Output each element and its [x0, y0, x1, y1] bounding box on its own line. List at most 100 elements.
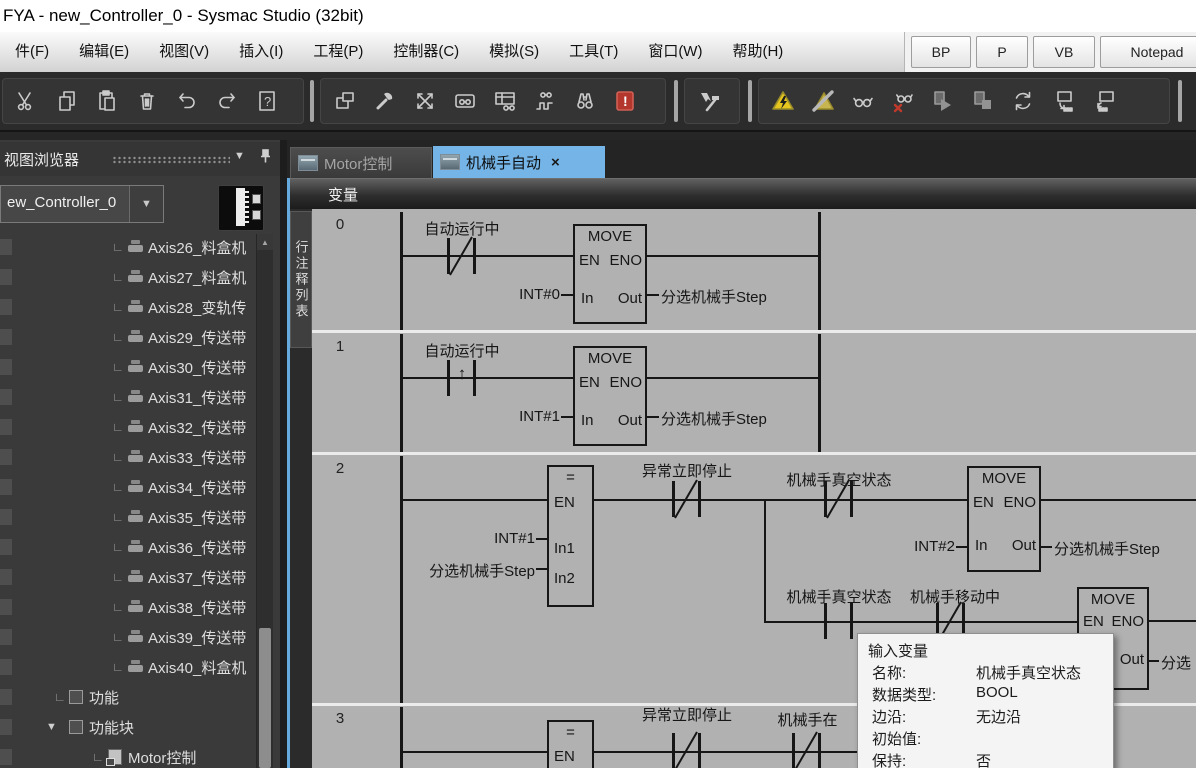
nc-slash — [449, 236, 473, 275]
tree-item-axis33[interactable]: ∟Axis33_传送带 — [0, 442, 256, 472]
monitor-stop-icon[interactable] — [883, 83, 923, 119]
menu-tools[interactable]: 工具(T) — [554, 32, 633, 72]
nc-contact[interactable] — [792, 729, 821, 768]
cut-icon[interactable] — [7, 83, 47, 119]
menu-simulation[interactable]: 模拟(S) — [474, 32, 554, 72]
expand-icon[interactable]: ▼ — [46, 721, 57, 733]
tree-item-axis40[interactable]: ∟Axis40_料盒机 — [0, 652, 256, 682]
tooltip-row-label: 数据类型: — [872, 684, 936, 705]
output-operand[interactable]: 分选机械手Step — [661, 408, 767, 429]
no-contact[interactable] — [824, 599, 853, 643]
tree-item-axis36[interactable]: ∟Axis36_传送带 — [0, 532, 256, 562]
help-icon[interactable]: ? — [247, 83, 287, 119]
line-comment-list-tab[interactable]: 行注释列表 — [290, 211, 312, 348]
tree-item-axis26[interactable]: ∟Axis26_料盒机 — [0, 232, 256, 262]
watch-table-icon[interactable] — [485, 83, 525, 119]
menu-project[interactable]: 工程(P) — [298, 32, 378, 72]
tree-item-functions[interactable]: ∟功能 — [0, 682, 256, 712]
input-operand[interactable]: 分选机械手Step — [400, 560, 535, 581]
tree-item-axis27[interactable]: ∟Axis27_料盒机 — [0, 262, 256, 292]
menu-insert[interactable]: 插入(I) — [224, 32, 298, 72]
chevron-down-icon[interactable]: ▼ — [234, 150, 245, 162]
tree-item-axis38[interactable]: ∟Axis38_传送带 — [0, 592, 256, 622]
tree-item-axis31[interactable]: ∟Axis31_传送带 — [0, 382, 256, 412]
close-icon[interactable]: × — [551, 154, 560, 171]
move-block[interactable]: MOVE EN ENO In Out — [967, 466, 1041, 572]
notepad-button[interactable]: Notepad — [1100, 36, 1196, 68]
paste-icon[interactable] — [87, 83, 127, 119]
undo-icon[interactable] — [167, 83, 207, 119]
output-operand[interactable]: 分选机械手Step — [1054, 538, 1160, 559]
input-operand[interactable]: INT#2 — [875, 538, 955, 555]
copy-icon[interactable] — [47, 83, 87, 119]
nc-contact[interactable] — [672, 477, 701, 521]
tree-item-axis37[interactable]: ∟Axis37_传送带 — [0, 562, 256, 592]
nc-contact[interactable] — [672, 729, 701, 768]
variables-bar[interactable]: 变量 — [290, 178, 1196, 209]
run-simulation-icon[interactable] — [923, 83, 963, 119]
data-trace-icon[interactable] — [525, 83, 565, 119]
contact-operand[interactable]: 异常立即停止 — [617, 704, 757, 725]
tree-item-axis34[interactable]: ∟Axis34_传送带 — [0, 472, 256, 502]
bp-button[interactable]: BP — [911, 36, 971, 68]
tree-item-axis39[interactable]: ∟Axis39_传送带 — [0, 622, 256, 652]
transfer-to-controller-icon[interactable] — [1043, 83, 1083, 119]
tree-item-axis30[interactable]: ∟Axis30_传送带 — [0, 352, 256, 382]
tree-item-axis29[interactable]: ∟Axis29_传送带 — [0, 322, 256, 352]
branch-icon: ∟ — [112, 480, 124, 494]
monitor-icon[interactable] — [843, 83, 883, 119]
input-operand[interactable]: INT#1 — [470, 408, 560, 425]
pin-icon[interactable] — [258, 148, 273, 170]
watch-window-icon[interactable] — [445, 83, 485, 119]
menu-edit[interactable]: 编辑(E) — [64, 32, 144, 72]
tree-item-axis28[interactable]: ∟Axis28_变轨传 — [0, 292, 256, 322]
crossed-arrows-icon[interactable] — [405, 83, 445, 119]
move-block[interactable]: MOVE EN ENO In Out — [573, 224, 647, 324]
rising-edge-contact[interactable]: ↑ — [447, 356, 476, 400]
tree-item-function-blocks[interactable]: ▼ 功能块 — [0, 712, 256, 742]
equals-block[interactable]: = EN — [547, 720, 594, 768]
menu-view[interactable]: 视图(V) — [144, 32, 224, 72]
p-button[interactable]: P — [976, 36, 1028, 68]
synchronize-icon[interactable] — [1003, 83, 1043, 119]
nc-contact[interactable] — [824, 477, 853, 521]
scroll-up-icon[interactable]: ▲ — [257, 234, 273, 250]
menu-window[interactable]: 窗口(W) — [633, 32, 717, 72]
delete-icon[interactable] — [127, 83, 167, 119]
redo-icon[interactable] — [207, 83, 247, 119]
input-operand[interactable]: INT#0 — [470, 286, 560, 303]
tree-item-motor-control[interactable]: ∟Motor控制 — [0, 742, 256, 768]
new-window-icon[interactable] — [325, 83, 365, 119]
contact-operand[interactable]: 机械手在 — [755, 709, 860, 730]
output-operand[interactable]: 分选机械手Step — [661, 286, 767, 307]
wrench-icon[interactable] — [365, 83, 405, 119]
rebuild-icon[interactable] — [689, 83, 729, 119]
menu-controller[interactable]: 控制器(C) — [378, 32, 474, 72]
input-operand[interactable]: INT#1 — [445, 530, 535, 547]
tab-motor-control[interactable]: Motor控制 — [290, 147, 432, 178]
transfer-from-controller-icon[interactable] — [1083, 83, 1123, 119]
vb-button[interactable]: VB — [1033, 36, 1095, 68]
warning-disabled-icon[interactable] — [803, 83, 843, 119]
search-icon[interactable] — [565, 83, 605, 119]
menu-help[interactable]: 帮助(H) — [717, 32, 798, 72]
nc-contact[interactable] — [447, 234, 476, 278]
tree-item-axis35[interactable]: ∟Axis35_传送带 — [0, 502, 256, 532]
error-list-icon[interactable]: ! — [605, 83, 645, 119]
chevron-down-icon[interactable]: ▼ — [129, 186, 163, 222]
contact-bar — [850, 603, 853, 639]
tree-item-axis32[interactable]: ∟Axis32_传送带 — [0, 412, 256, 442]
warning-monitor-icon[interactable] — [763, 83, 803, 119]
menu-file[interactable]: 件(F) — [0, 32, 64, 72]
stop-simulation-icon[interactable] — [963, 83, 1003, 119]
scrollbar-thumb[interactable] — [259, 628, 271, 768]
output-operand[interactable]: 分选 — [1161, 652, 1191, 673]
tree-item-label: 功能块 — [89, 717, 134, 738]
sidebar-scrollbar[interactable]: ▲ — [256, 234, 273, 768]
equals-block[interactable]: = EN In1 In2 — [547, 465, 594, 607]
panel-divider[interactable] — [280, 140, 287, 768]
controller-select[interactable]: ew_Controller_0 ▼ — [0, 185, 164, 223]
tab-robot-auto[interactable]: 机械手自动 × — [433, 146, 605, 178]
row-stub — [0, 689, 12, 705]
move-block[interactable]: MOVE EN ENO In Out — [573, 346, 647, 446]
